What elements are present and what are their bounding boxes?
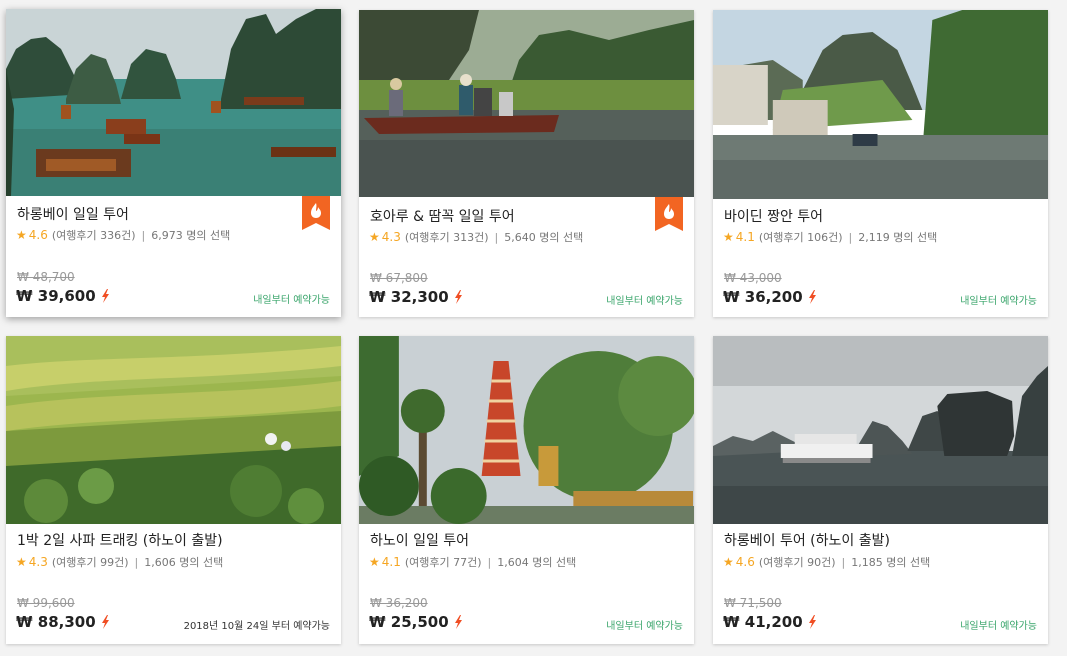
tour-card[interactable]: 하롱베이 일일 투어 ★ 4.6 (여행후기 336건) | 6,973 명의 … — [6, 9, 341, 317]
tour-rating: 4.1 — [735, 230, 755, 244]
fire-badge-icon — [655, 197, 683, 231]
tour-sale-price: ₩ 41,200 — [723, 613, 803, 631]
tour-card[interactable]: 하롱베이 투어 (하노이 출발) ★ 4.6 (여행후기 90건) | 1,18… — [713, 336, 1048, 644]
tour-original-price: ₩ 71,500 — [724, 596, 782, 610]
tour-availability: 내일부터 예약가능 — [960, 621, 1037, 632]
tour-reviews: (여행후기 77건) — [404, 556, 482, 569]
star-icon: ★ — [369, 230, 380, 244]
star-icon: ★ — [16, 228, 27, 242]
lightning-icon — [454, 290, 462, 304]
tour-rating: 4.6 — [28, 228, 48, 242]
tour-original-price: ₩ 99,600 — [17, 596, 75, 610]
tour-meta: ★ 4.1 (여행후기 77건) | 1,604 명의 선택 — [369, 554, 576, 570]
tour-meta: ★ 4.3 (여행후기 99건) | 1,606 명의 선택 — [16, 554, 223, 570]
tour-availability: 내일부터 예약가능 — [960, 296, 1037, 307]
tour-sale-price: ₩ 25,500 — [369, 613, 449, 631]
tour-availability: 내일부터 예약가능 — [606, 621, 683, 632]
star-icon: ★ — [723, 555, 734, 569]
tour-photo-halong-cruise[interactable] — [713, 336, 1048, 524]
tour-price: ₩ 41,200 — [723, 613, 817, 631]
tour-sale-price: ₩ 88,300 — [16, 613, 96, 631]
tour-reviews: (여행후기 313건) — [404, 231, 489, 244]
tour-card[interactable]: 호아루 & 땀꼭 일일 투어 ★ 4.3 (여행후기 313건) | 5,640… — [359, 10, 694, 317]
tour-meta: ★ 4.6 (여행후기 336건) | 6,973 명의 선택 — [16, 227, 230, 243]
tour-chosen-count: 5,640 명의 선택 — [504, 231, 584, 244]
tour-photo-sapa[interactable] — [6, 336, 341, 524]
lightning-icon — [454, 615, 462, 629]
meta-divider: | — [841, 555, 846, 569]
tour-photo-hanoi-pagoda[interactable] — [359, 336, 694, 524]
star-icon: ★ — [369, 555, 380, 569]
tour-reviews: (여행후기 99건) — [51, 556, 129, 569]
tour-card[interactable]: 바이딘 짱안 투어 ★ 4.1 (여행후기 106건) | 2,119 명의 선… — [713, 10, 1048, 317]
meta-divider: | — [141, 228, 146, 242]
meta-divider: | — [487, 555, 492, 569]
lightning-icon — [101, 615, 109, 629]
tour-price: ₩ 25,500 — [369, 613, 463, 631]
tour-grid: 하롱베이 일일 투어 ★ 4.6 (여행후기 336건) | 6,973 명의 … — [0, 0, 1067, 656]
tour-price: ₩ 39,600 — [16, 287, 110, 305]
tour-original-price: ₩ 48,700 — [17, 270, 75, 284]
tour-availability: 2018년 10월 24일 부터 예약가능 — [183, 621, 330, 632]
tour-chosen-count: 1,606 명의 선택 — [144, 556, 224, 569]
tour-title[interactable]: 호아루 & 땀꼭 일일 투어 — [370, 206, 515, 226]
tour-sale-price: ₩ 36,200 — [723, 288, 803, 306]
tour-chosen-count: 1,185 명의 선택 — [851, 556, 931, 569]
tour-chosen-count: 2,119 명의 선택 — [858, 231, 938, 244]
star-icon: ★ — [723, 230, 734, 244]
tour-title[interactable]: 바이딘 짱안 투어 — [724, 206, 823, 226]
tour-availability: 내일부터 예약가능 — [606, 296, 683, 307]
tour-card[interactable]: 1박 2일 사파 트래킹 (하노이 출발) ★ 4.3 (여행후기 99건) |… — [6, 336, 341, 644]
meta-divider: | — [494, 230, 499, 244]
tour-chosen-count: 1,604 명의 선택 — [497, 556, 577, 569]
tour-sale-price: ₩ 39,600 — [16, 287, 96, 305]
tour-original-price: ₩ 67,800 — [370, 271, 428, 285]
fire-badge-icon — [302, 196, 330, 230]
lightning-icon — [808, 615, 816, 629]
tour-rating: 4.3 — [28, 555, 48, 569]
tour-original-price: ₩ 43,000 — [724, 271, 782, 285]
tour-availability: 내일부터 예약가능 — [253, 295, 330, 306]
lightning-icon — [808, 290, 816, 304]
tour-photo-tam-coc[interactable] — [359, 10, 694, 197]
tour-title[interactable]: 1박 2일 사파 트래킹 (하노이 출발) — [17, 530, 223, 550]
tour-reviews: (여행후기 90건) — [758, 556, 836, 569]
tour-rating: 4.1 — [381, 555, 401, 569]
tour-rating: 4.3 — [381, 230, 401, 244]
tour-price: ₩ 88,300 — [16, 613, 110, 631]
tour-meta: ★ 4.6 (여행후기 90건) | 1,185 명의 선택 — [723, 554, 930, 570]
tour-photo-trang-an[interactable] — [713, 10, 1048, 199]
tour-card[interactable]: 하노이 일일 투어 ★ 4.1 (여행후기 77건) | 1,604 명의 선택… — [359, 336, 694, 644]
meta-divider: | — [848, 230, 853, 244]
tour-photo-halong-bay[interactable] — [6, 9, 341, 196]
tour-reviews: (여행후기 106건) — [758, 231, 843, 244]
tour-reviews: (여행후기 336건) — [51, 229, 136, 242]
meta-divider: | — [134, 555, 139, 569]
tour-title[interactable]: 하롱베이 투어 (하노이 출발) — [724, 530, 890, 550]
tour-title[interactable]: 하노이 일일 투어 — [370, 530, 469, 550]
tour-original-price: ₩ 36,200 — [370, 596, 428, 610]
lightning-icon — [101, 289, 109, 303]
tour-meta: ★ 4.3 (여행후기 313건) | 5,640 명의 선택 — [369, 229, 583, 245]
tour-meta: ★ 4.1 (여행후기 106건) | 2,119 명의 선택 — [723, 229, 937, 245]
tour-price: ₩ 36,200 — [723, 288, 817, 306]
tour-chosen-count: 6,973 명의 선택 — [151, 229, 231, 242]
tour-sale-price: ₩ 32,300 — [369, 288, 449, 306]
tour-price: ₩ 32,300 — [369, 288, 463, 306]
tour-title[interactable]: 하롱베이 일일 투어 — [17, 204, 129, 224]
tour-rating: 4.6 — [735, 555, 755, 569]
star-icon: ★ — [16, 555, 27, 569]
